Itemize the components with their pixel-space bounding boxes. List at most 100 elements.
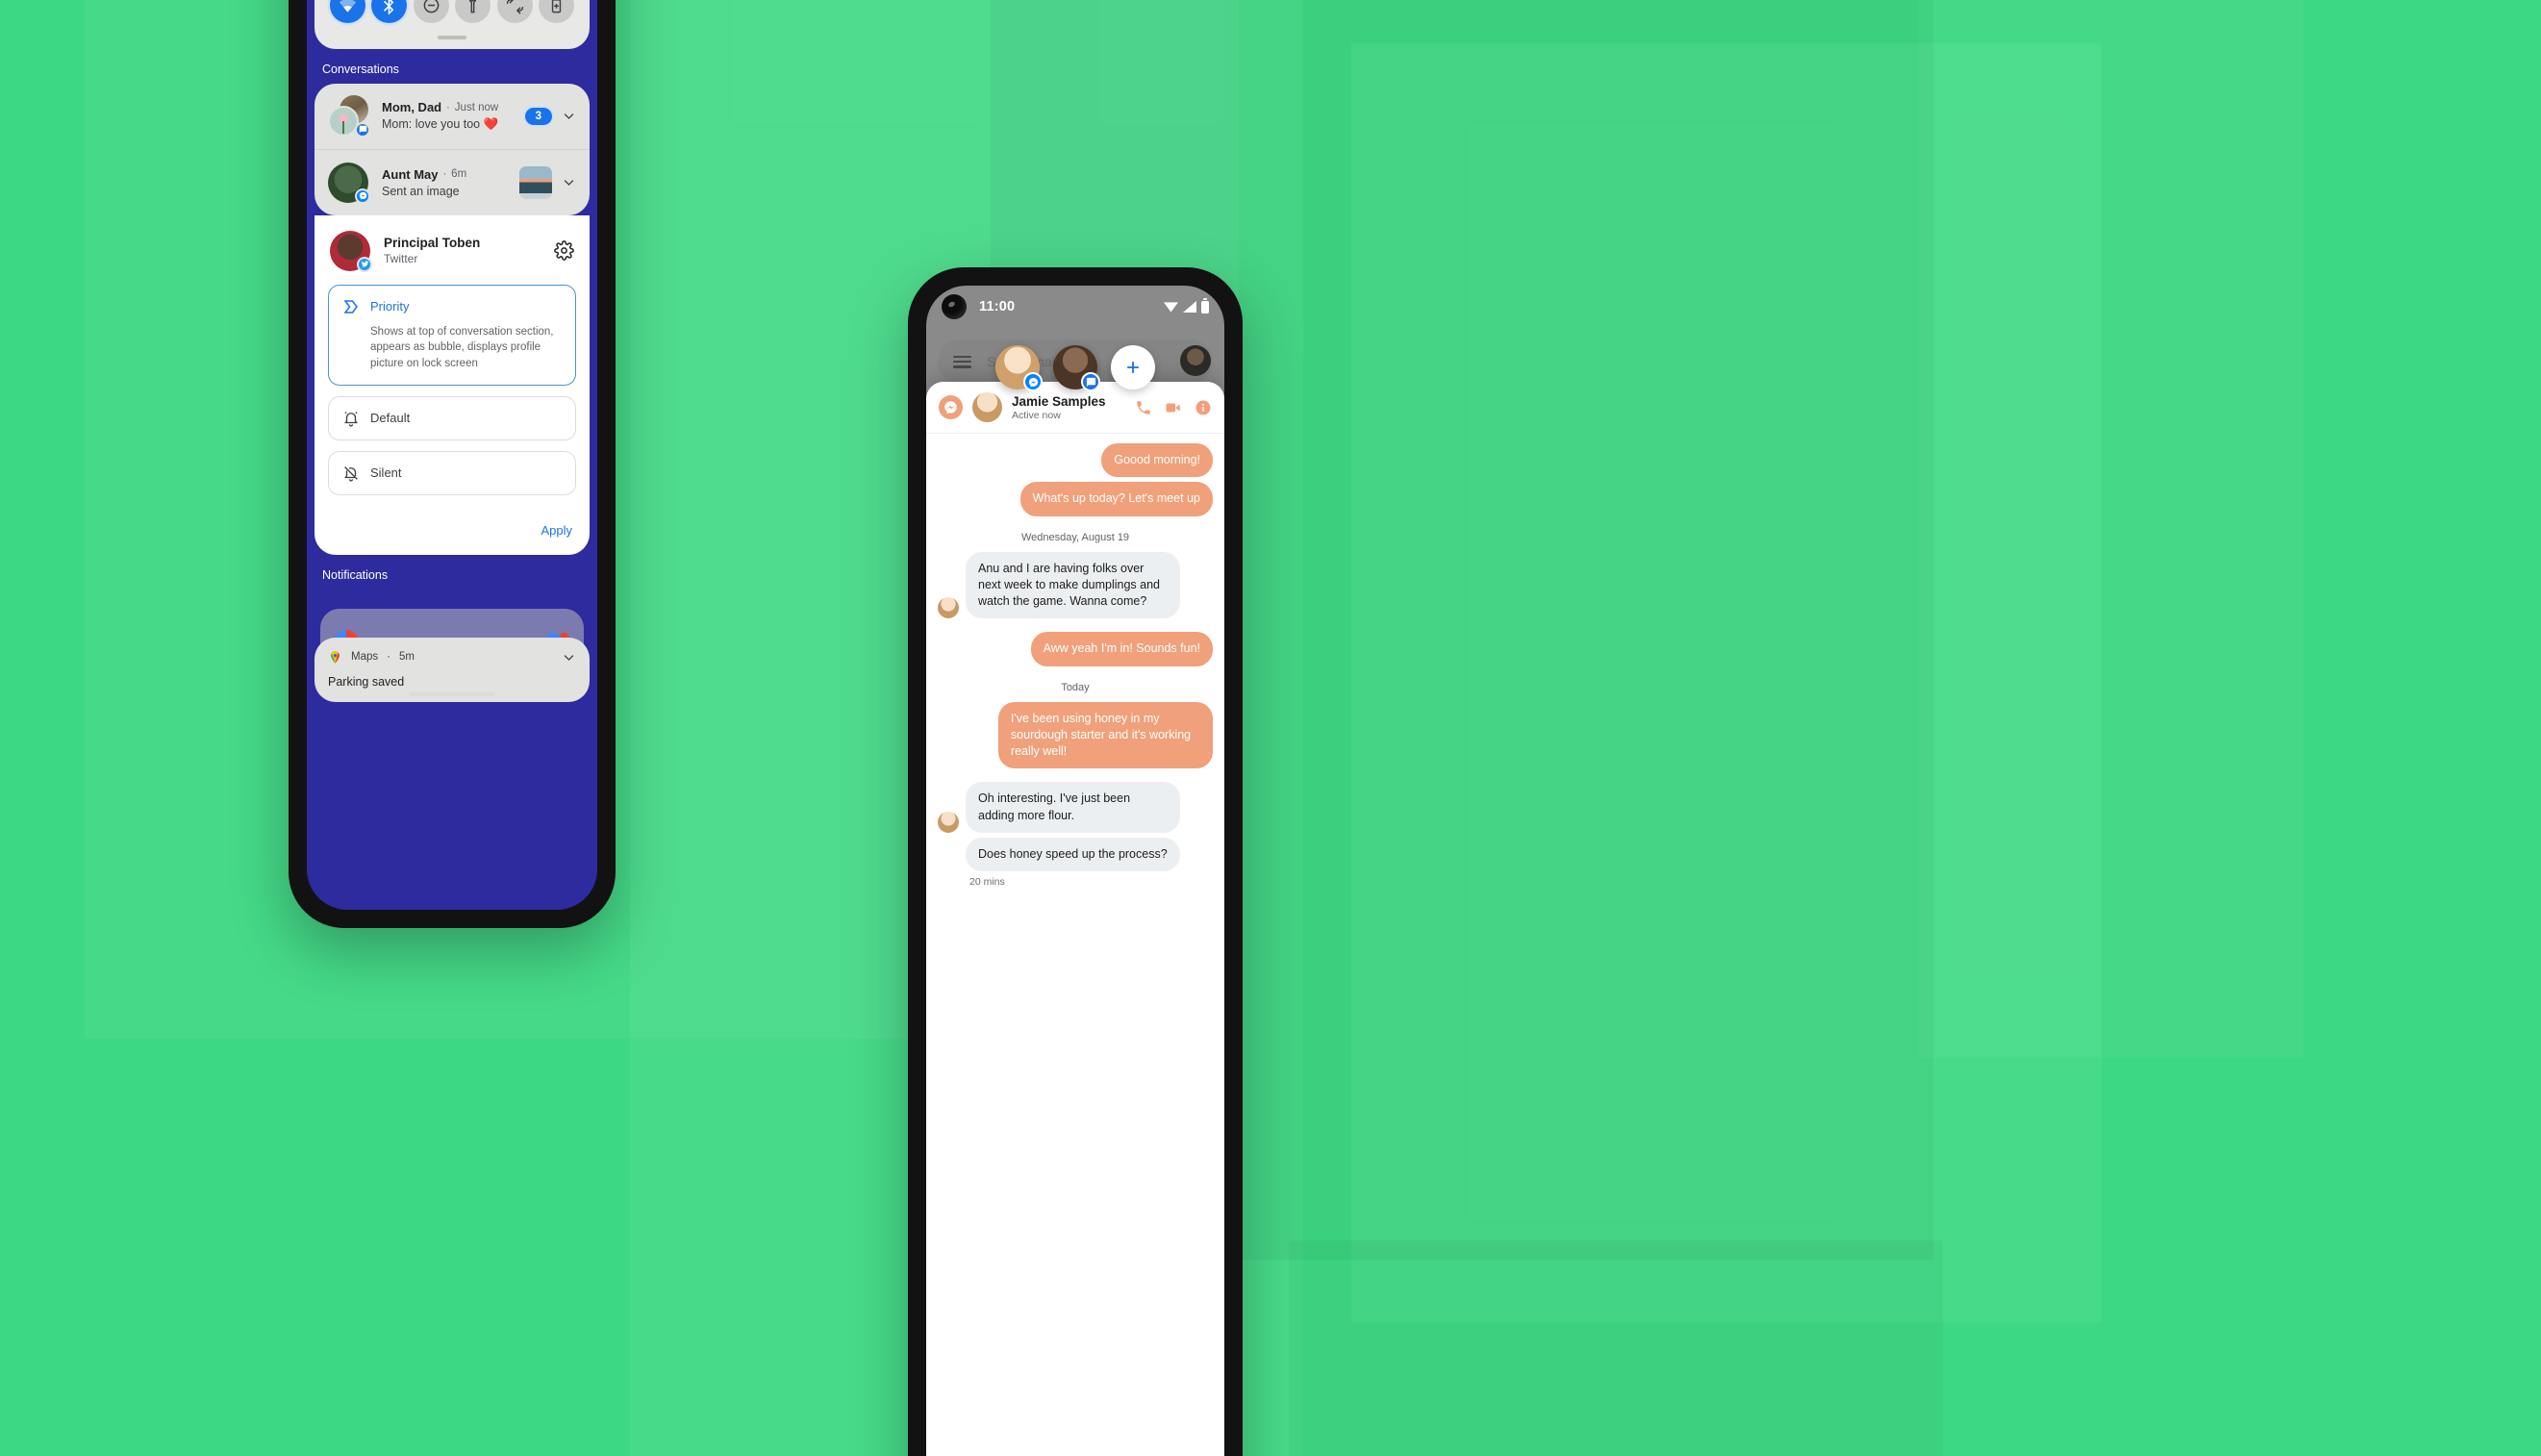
option-default[interactable]: Default [328,395,576,440]
conversation-title-row: Aunt May · 6m [382,167,519,182]
account-avatar[interactable] [1180,345,1211,376]
chat-contact-name: Jamie Samples [1012,393,1106,409]
message-row: Aww yeah I'm in! Sounds fun! [938,632,1213,666]
apply-row: Apply [328,506,576,540]
twitter-icon [357,256,372,272]
conversation-actions [519,165,576,199]
left-phone-screen: 11:00 Tue, Sep 8 [307,0,597,910]
messenger-icon [1023,372,1043,391]
apply-button[interactable]: Apply [541,523,572,538]
chevron-down-icon[interactable] [562,109,576,123]
message-bubble-incoming: Does honey speed up the process? [966,837,1180,871]
wifi-icon [1164,302,1178,313]
day-separator: Today [1061,681,1090,693]
info-icon[interactable] [1195,399,1212,416]
chat-header: Jamie Samples Active now [926,382,1224,434]
conversation-time: Just now [454,101,499,113]
do-not-disturb-icon [423,0,440,13]
flashlight-tile[interactable] [455,0,491,23]
separator-dot: · [442,168,447,180]
messages-icon [1081,372,1100,391]
message-row: Anu and I are having folks over next wee… [938,551,1213,619]
avatar-wrap [328,162,370,204]
flashlight-icon [469,0,477,13]
notifications-section-label: Notifications [322,567,389,582]
notification-body: Parking saved [328,674,405,689]
settings-contact-name: Principal Toben [384,236,481,250]
conversation-row-mom-dad[interactable]: Mom, Dad · Just now Mom: love you too ❤️… [314,84,590,149]
auto-rotate-icon [506,0,523,14]
gear-icon[interactable] [554,240,574,261]
video-icon[interactable] [1165,399,1182,416]
conversation-title: Mom, Dad [382,100,442,114]
status-icons [1164,298,1209,314]
bluetooth-icon [384,0,394,14]
panel-drag-handle[interactable] [438,36,466,39]
signal-icon [1183,301,1196,313]
option-priority[interactable]: Priority Shows at top of conversation se… [328,284,576,386]
bubble-jamie[interactable] [995,345,1043,391]
bell-off-icon [344,465,358,481]
bubble-add-button[interactable] [1111,345,1155,389]
chat-contact-status: Active now [1012,409,1061,421]
separator-dot: · [446,101,450,113]
conversation-text: Aunt May · 6m Sent an image [382,167,519,198]
option-header: Priority [342,298,562,315]
messenger-icon [355,188,370,204]
conversations-section-label: Conversations [322,62,399,76]
conversation-text: Mom, Dad · Just now Mom: love you too ❤️ [382,100,525,132]
right-phone-device: 11:00 Search mail PRIMARY [908,267,1243,1456]
settings-app-name: Twitter [384,252,418,265]
conversation-title-row: Mom, Dad · Just now [382,100,525,114]
conversation-actions: 3 [524,107,576,125]
home-indicator[interactable] [410,692,494,696]
message-bubble-outgoing: I've been using honey in my sourdough st… [997,701,1213,769]
chevron-down-icon[interactable] [562,175,576,189]
avatar-wrap [330,230,372,272]
option-header: Silent [342,464,562,482]
conversation-preview: Mom: love you too ❤️ [382,117,499,131]
conversation-preview: Sent an image [382,184,460,198]
battery-saver-tile[interactable] [538,0,574,23]
wifi-tile[interactable] [330,0,365,23]
settings-header: Principal Toben Twitter [328,229,576,285]
camera-punch-hole-icon [942,294,967,319]
right-status-bar: 11:00 [926,286,1224,328]
conversation-title: Aunt May [382,166,439,182]
message-bubble-outgoing: Aww yeah I'm in! Sounds fun! [1030,632,1213,666]
option-silent[interactable]: Silent [328,450,576,495]
avatar-group [328,94,370,138]
bell-icon [344,411,358,426]
bluetooth-tile[interactable] [371,0,408,23]
option-header: Default [342,410,562,427]
battery-saver-icon [551,0,562,13]
message-row: What's up today? Let's meet up [938,482,1213,516]
notification-app-name: Maps [351,651,379,664]
message-row: Oh interesting. I've just been adding mo… [938,782,1213,833]
conversation-row-aunt-may[interactable]: Aunt May · 6m Sent an image [314,148,590,215]
maps-pin-icon [331,650,340,664]
option-label: Silent [370,465,402,481]
image-thumbnail[interactable] [519,165,552,199]
conversation-time: 6m [451,168,467,180]
message-bubble-incoming: Anu and I are having folks over next wee… [966,551,1181,619]
phone-icon[interactable] [1135,399,1152,416]
status-clock: 11:00 [979,299,1016,314]
auto-rotate-tile[interactable] [496,0,533,23]
bubble-chat-window: Jamie Samples Active now Goood morning! … [926,382,1224,1456]
settings-identity: Principal Toben Twitter [384,236,554,265]
bubble-contact-2[interactable] [1053,345,1100,391]
message-avatar [938,811,959,833]
chevron-down-icon[interactable] [562,650,576,665]
message-row: I've been using honey in my sourdough st… [938,701,1213,769]
message-row: Goood morning! [938,443,1213,478]
chat-actions [1135,399,1212,416]
quick-settings-panel: Tue, Sep 8 [314,0,590,49]
chat-identity: Jamie Samples Active now [1012,394,1106,421]
background-rect-6 [1289,1241,1943,1456]
plus-icon [1127,362,1139,373]
notification-header: Maps · 5m [328,649,576,665]
dnd-tile[interactable] [413,0,449,23]
option-label: Priority [370,299,410,314]
notification-card-maps[interactable]: Maps · 5m Parking saved [314,637,590,702]
